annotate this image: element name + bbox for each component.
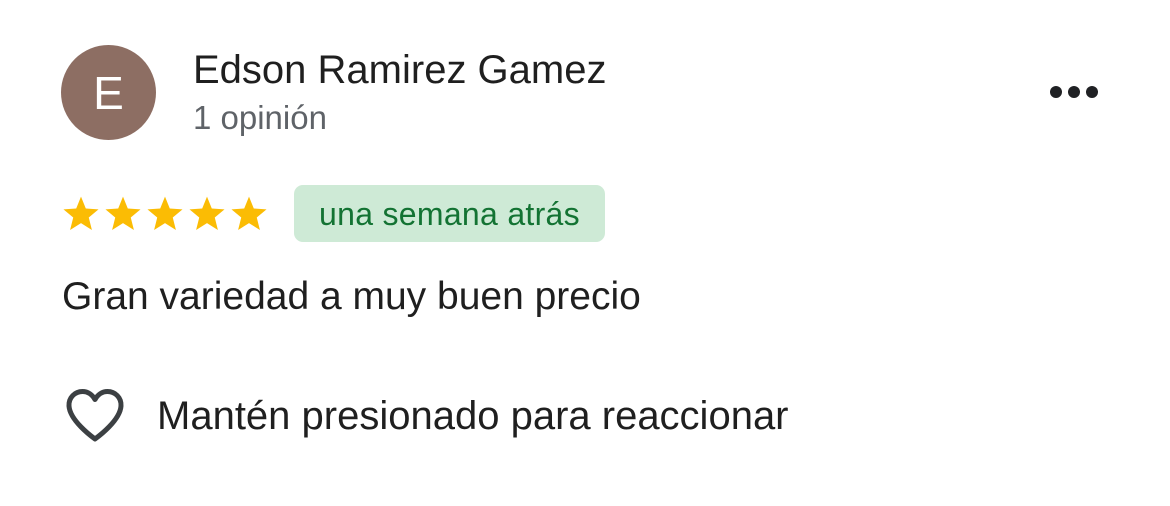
more-horizontal-icon — [1050, 86, 1098, 98]
review-text: Gran variedad a muy buen precio — [62, 275, 641, 318]
react-button[interactable]: Mantén presionado para reaccionar — [64, 386, 789, 446]
star-icon — [61, 195, 101, 233]
more-options-button[interactable] — [1040, 70, 1108, 114]
star-icon — [103, 195, 143, 233]
star-rating — [61, 195, 269, 233]
avatar[interactable]: E — [61, 45, 156, 140]
star-icon — [145, 195, 185, 233]
review-time-badge: una semana atrás — [294, 185, 605, 242]
rating-row: una semana atrás — [61, 185, 605, 242]
avatar-initial: E — [93, 66, 124, 119]
reviewer-review-count: 1 opinión — [193, 99, 327, 136]
react-label: Mantén presionado para reaccionar — [157, 394, 789, 438]
review-card: E Edson Ramirez Gamez 1 opinión una sema… — [0, 0, 1170, 506]
star-icon — [229, 195, 269, 233]
reviewer-name[interactable]: Edson Ramirez Gamez — [193, 48, 606, 92]
heart-outline-icon — [64, 387, 126, 445]
star-icon — [187, 195, 227, 233]
